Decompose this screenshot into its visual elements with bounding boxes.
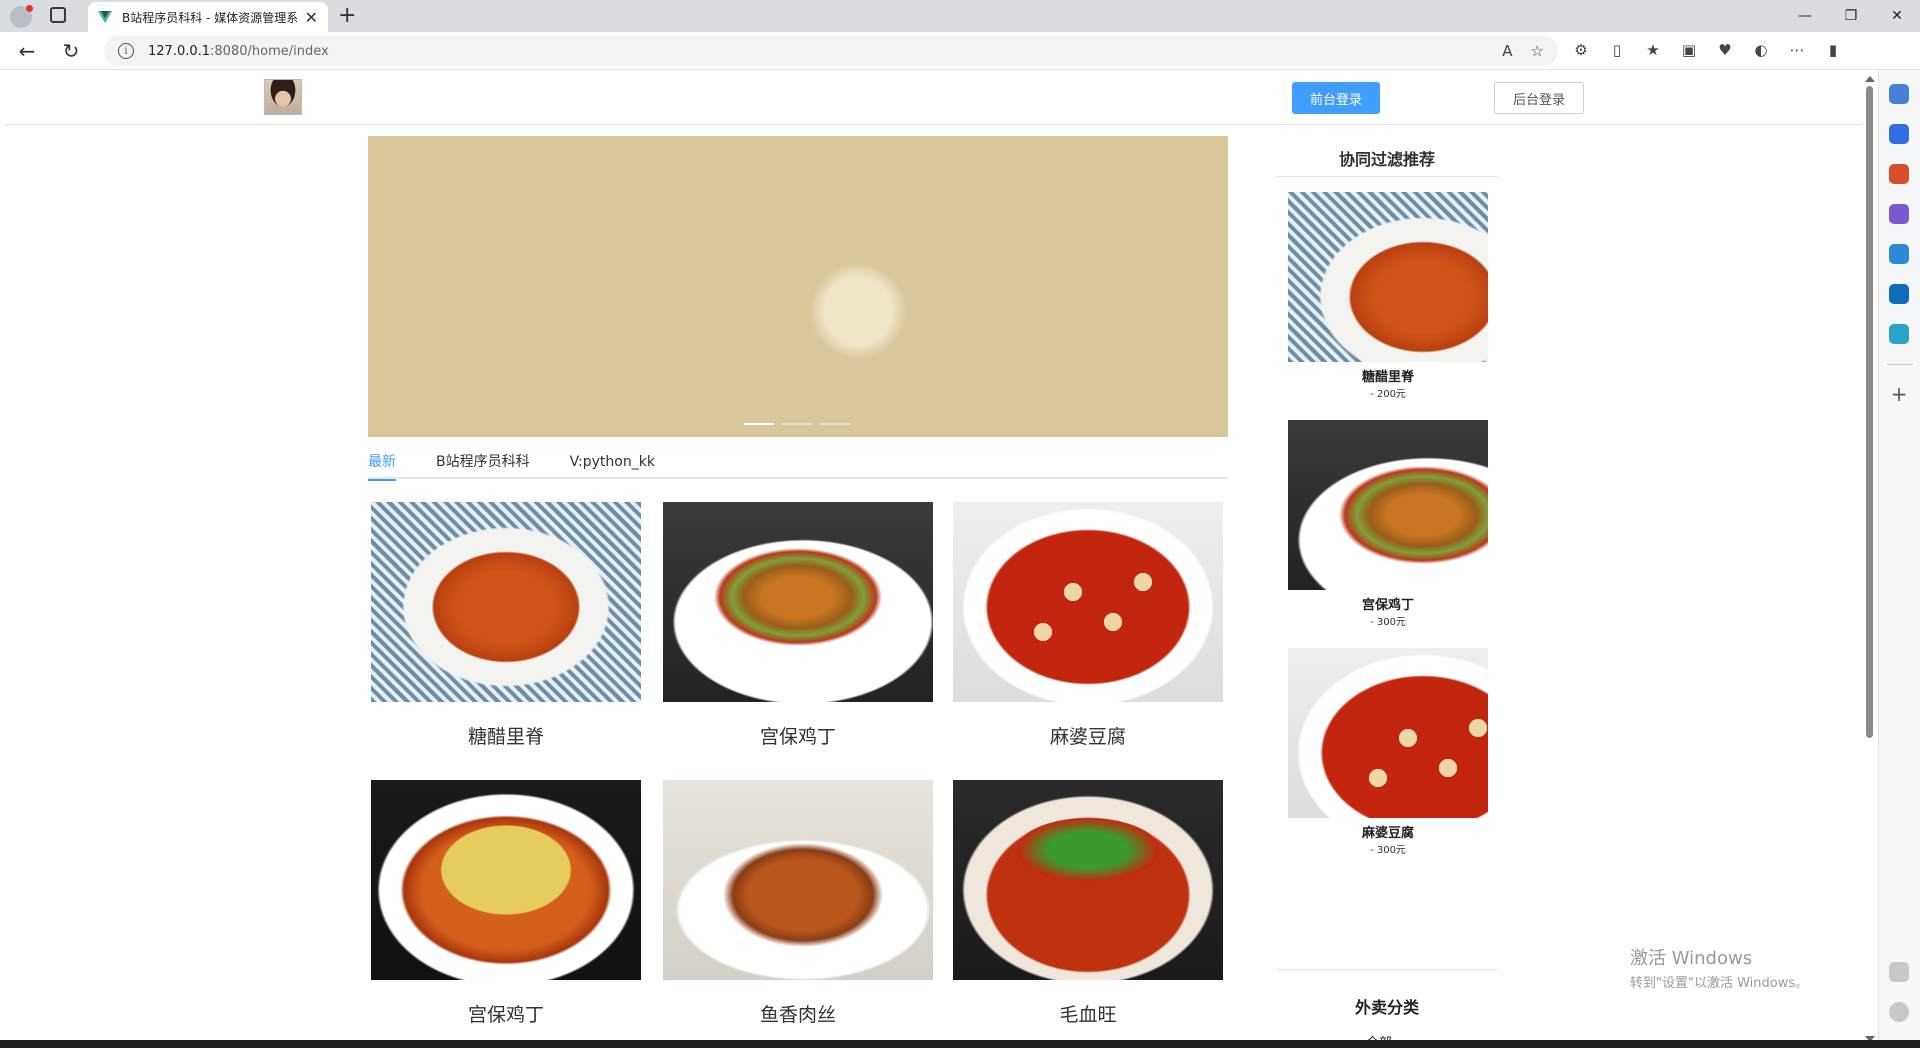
minimize-icon[interactable]: — (1782, 0, 1828, 32)
windows-activation-watermark: 激活 Windows 转到"设置"以激活 Windows。 (1630, 944, 1808, 991)
back-arrow-icon[interactable]: ← (14, 38, 40, 64)
toolbar-icons: ⚙ ▯ ★ ▣ ♥ ◐ ⋯ ▮ (1572, 41, 1842, 59)
dish-image[interactable] (953, 502, 1223, 702)
page-scrollbar[interactable] (1862, 76, 1876, 1042)
recommend-price: - 300元 (1370, 845, 1406, 856)
recommend-name: 麻婆豆腐 (1361, 826, 1414, 841)
restore-icon[interactable]: ❐ (1828, 0, 1874, 32)
dish-name: 麻婆豆腐 (1049, 726, 1126, 748)
extensions-icon[interactable]: ⚙ (1572, 41, 1590, 59)
tab-actions-icon[interactable] (50, 7, 66, 23)
dish-card[interactable]: 宫保鸡丁 (371, 780, 641, 1027)
recommend-item[interactable]: 糖醋里脊 - 200元 (1288, 192, 1488, 400)
recommend-name: 糖醋里脊 (1361, 370, 1414, 385)
category-title: 外卖分类 (1354, 998, 1419, 1017)
split-screen-icon[interactable]: ▯ (1608, 41, 1626, 59)
front-login-button[interactable]: 前台登录 (1292, 82, 1380, 114)
dish-image[interactable] (953, 780, 1223, 980)
carousel-dot[interactable] (820, 423, 850, 425)
dish-name: 宫保鸡丁 (467, 1004, 544, 1026)
tab-bilibili[interactable]: B站程序员科科 (436, 451, 530, 479)
carousel-dot[interactable] (782, 423, 812, 425)
add-sidebar-icon[interactable]: + (1889, 384, 1909, 404)
banner-carousel[interactable] (368, 136, 1228, 437)
windows-taskbar (0, 1040, 1920, 1048)
profile-icon[interactable] (10, 5, 33, 28)
recommend-image[interactable] (1288, 420, 1488, 590)
browser-tabstrip: B站程序员科科 - 媒体资源管理系 ✕ + — ❐ ✕ (0, 0, 1920, 32)
dish-card[interactable]: 宫保鸡丁 (663, 502, 933, 749)
edge-copilot-icon[interactable]: ◐ (1752, 41, 1770, 59)
more-menu-icon[interactable]: ⋯ (1788, 41, 1806, 59)
dish-card[interactable]: 糖醋里脊 (371, 502, 641, 749)
recommend-image[interactable] (1288, 648, 1488, 818)
outlook-icon[interactable] (1889, 284, 1909, 304)
address-bar-icons: A ☆ (1502, 42, 1544, 60)
browser-essentials-icon[interactable]: ♥ (1716, 41, 1734, 59)
dish-name: 糖醋里脊 (467, 726, 544, 748)
collections-icon[interactable]: ▣ (1680, 41, 1698, 59)
sidebar-toggle-icon[interactable]: ▮ (1824, 41, 1842, 59)
search-icon[interactable] (1889, 84, 1909, 104)
dish-image[interactable] (663, 502, 933, 702)
recommend-price: - 300元 (1370, 617, 1406, 628)
site-header: 前台登录 后台登录 (4, 71, 1862, 125)
tab-wechat[interactable]: V:python_kk (570, 451, 655, 479)
browser-toolbar: ← ↻ i 127.0.0.1:8080/home/index A ☆ ⚙ ▯ … (0, 32, 1920, 70)
dish-image[interactable] (371, 780, 641, 980)
close-tab-icon[interactable]: ✕ (305, 8, 318, 27)
page-viewport: 前台登录 后台登录 最新 B站程序员科科 V:python_kk 糖醋里脊 宫保… (0, 71, 1862, 1040)
tools-briefcase-icon[interactable] (1889, 164, 1909, 184)
recommend-name: 宫保鸡丁 (1361, 598, 1414, 613)
watermark-line1: 激活 Windows (1630, 948, 1753, 969)
scroll-thumb[interactable] (1866, 86, 1873, 738)
recommend-item[interactable]: 麻婆豆腐 - 300元 (1288, 648, 1488, 856)
drop-icon[interactable] (1889, 324, 1909, 344)
site-info-icon[interactable]: i (118, 43, 134, 59)
sidebar-divider (1887, 364, 1913, 365)
tab-latest[interactable]: 最新 (368, 451, 396, 481)
dish-card[interactable]: 毛血旺 (953, 780, 1223, 1027)
reload-icon[interactable]: ↻ (58, 38, 84, 64)
recommend-item[interactable]: 宫保鸡丁 - 300元 (1288, 420, 1488, 628)
favorites-icon[interactable]: ★ (1644, 41, 1662, 59)
copilot-icon[interactable] (1889, 244, 1909, 264)
watermark-line2: 转到"设置"以激活 Windows。 (1630, 976, 1809, 991)
carousel-dot[interactable] (744, 423, 774, 425)
dish-card[interactable]: 鱼香肉丝 (663, 780, 933, 1027)
dish-name: 鱼香肉丝 (759, 1004, 836, 1026)
window-controls: — ❐ ✕ (1782, 0, 1920, 32)
scroll-up-icon[interactable] (1865, 76, 1875, 82)
settings-gear-icon[interactable] (1889, 1002, 1909, 1022)
address-bar[interactable]: i 127.0.0.1:8080/home/index A ☆ (104, 36, 1558, 66)
recommend-title: 协同过滤推荐 (1276, 136, 1498, 177)
edge-sidebar: + (1878, 70, 1920, 1040)
category-tabs: 最新 B站程序员科科 V:python_kk (368, 451, 1228, 481)
read-aloud-icon[interactable]: A (1502, 42, 1512, 60)
shopping-tag-icon[interactable] (1889, 124, 1909, 144)
url-text[interactable]: 127.0.0.1:8080/home/index (148, 44, 329, 59)
dish-card[interactable]: 麻婆豆腐 (953, 502, 1223, 749)
favorite-star-icon[interactable]: ☆ (1531, 42, 1544, 60)
vue-favicon-icon (98, 11, 112, 23)
user-avatar[interactable] (264, 79, 302, 115)
dish-image[interactable] (663, 780, 933, 980)
back-login-button[interactable]: 后台登录 (1494, 82, 1584, 114)
category-section: 外卖分类 全部 粤菜 (1276, 969, 1498, 1040)
recommend-sidebar: 协同过滤推荐 糖醋里脊 - 200元 宫保鸡丁 - 300元 麻婆豆腐 - 30… (1276, 136, 1498, 1040)
browser-tab-active[interactable]: B站程序员科科 - 媒体资源管理系 ✕ (88, 2, 328, 32)
dish-image[interactable] (371, 502, 641, 702)
dish-name: 毛血旺 (1059, 1004, 1117, 1026)
close-window-icon[interactable]: ✕ (1874, 0, 1920, 32)
recommend-price: - 200元 (1370, 389, 1406, 400)
tab-title: B站程序员科科 - 媒体资源管理系 (122, 10, 298, 25)
category-item-all[interactable]: 全部 (1276, 1032, 1498, 1040)
carousel-indicators (744, 423, 850, 425)
screenshot-icon[interactable] (1889, 962, 1909, 982)
recommend-image[interactable] (1288, 192, 1488, 362)
games-icon[interactable] (1889, 204, 1909, 224)
dish-name: 宫保鸡丁 (759, 726, 836, 748)
new-tab-icon[interactable]: + (338, 3, 356, 28)
